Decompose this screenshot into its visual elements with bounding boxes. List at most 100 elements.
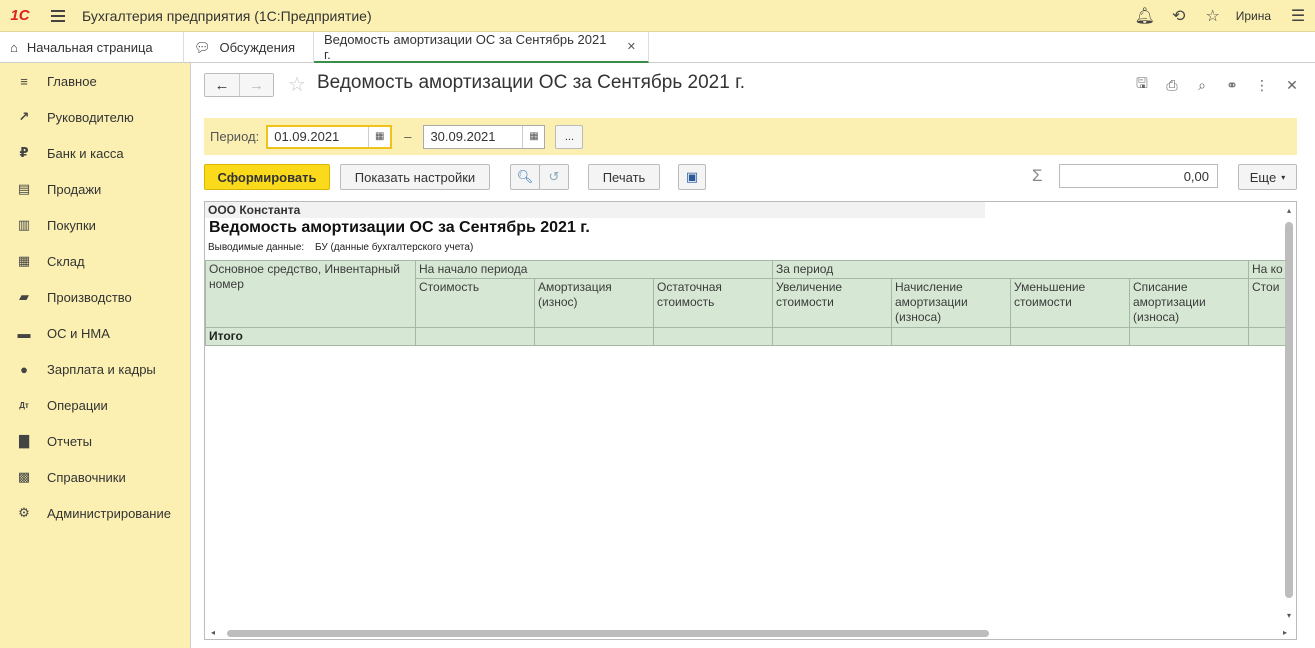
settings-menu-icon[interactable]: ☰ — [1281, 0, 1315, 32]
user-name[interactable]: Ирина — [1236, 9, 1271, 23]
sidebar-item-salary[interactable]: ● Зарплата и кадры — [0, 351, 190, 387]
bag-icon: ▤ — [17, 181, 31, 196]
chevron-down-icon: ▾ — [1281, 172, 1286, 182]
search-clear-button[interactable]: ↺ — [539, 164, 569, 190]
sidebar-item-bank[interactable]: ₽ Банк и касса — [0, 135, 190, 171]
nav-buttons: ← → — [204, 73, 274, 97]
save-report-button[interactable]: ▣ — [678, 164, 706, 190]
sidebar-item-production[interactable]: ▰ Производство — [0, 279, 190, 315]
sidebar-item-reports[interactable]: ▇ Отчеты — [0, 423, 190, 459]
output-label: Выводимые данные: — [208, 242, 305, 253]
menu-icon[interactable] — [40, 0, 76, 32]
link-icon[interactable]: ⚭ — [1217, 73, 1247, 97]
vertical-scrollbar[interactable]: ▴ ▾ — [1284, 206, 1294, 620]
forward-arrow-icon[interactable]: → — [239, 74, 273, 96]
scroll-right-icon[interactable]: ▸ — [1283, 628, 1287, 637]
sidebar-item-purchases[interactable]: ▥ Покупки — [0, 207, 190, 243]
sidebar-item-main[interactable]: ≡ Главное — [0, 63, 190, 99]
sigma-icon: Σ — [1032, 166, 1043, 185]
tab-discussions[interactable]: 💬︎ Обсуждения — [184, 32, 314, 63]
period-label: Период: — [210, 129, 260, 144]
save-icon: ▣ — [685, 169, 699, 184]
more-label: Еще — [1249, 169, 1277, 185]
total-row-label: Итого — [205, 327, 416, 346]
history-icon[interactable]: ⟲ — [1162, 0, 1196, 32]
date-to-field[interactable]: 30.09.2021 ▦ — [423, 124, 546, 149]
tab-label: Обсуждения — [219, 40, 296, 55]
sidebar-item-sales[interactable]: ▤ Продажи — [0, 171, 190, 207]
book-icon: ▩ — [17, 469, 31, 484]
tab-bar: ⌂ Начальная страница 💬︎ Обсуждения Ведом… — [0, 32, 1315, 63]
total-cell — [1010, 327, 1130, 346]
preview-icon[interactable]: ⌕ — [1187, 73, 1217, 97]
close-icon[interactable]: ✕ — [627, 40, 636, 53]
period-select-button[interactable]: ... — [555, 124, 584, 149]
header-writeoff: Списание амортизации (износа) — [1129, 278, 1249, 328]
header-increase: Увеличение стоимости — [772, 278, 892, 328]
report-org: ООО Константа — [205, 202, 985, 218]
more-button[interactable]: Еще ▾ — [1238, 164, 1297, 190]
person-icon: ● — [20, 361, 28, 377]
header-end-cost: Стои — [1248, 278, 1289, 328]
print-button[interactable]: Печать — [588, 164, 660, 190]
list-icon: ≡ — [20, 73, 28, 89]
main-area: ← → ☆ Ведомость амортизации ОС за Сентяб… — [192, 63, 1315, 648]
print-icon[interactable]: ⎙ — [1157, 73, 1187, 97]
header-accrual: Начисление амортизации (износа) — [891, 278, 1011, 328]
tab-home[interactable]: ⌂ Начальная страница — [0, 32, 184, 63]
grid-icon: ▦ — [17, 253, 31, 268]
date-from-field[interactable]: 01.09.2021 ▦ — [266, 124, 393, 149]
home-icon: ⌂ — [10, 40, 18, 55]
total-cell — [653, 327, 773, 346]
chat-icon: 💬︎ — [194, 39, 211, 55]
date-to-value[interactable]: 30.09.2021 — [424, 129, 522, 144]
total-cell — [415, 327, 535, 346]
sidebar-item-directories[interactable]: ▩ Справочники — [0, 459, 190, 495]
calendar-icon[interactable]: ▦ — [368, 126, 390, 147]
header-start-period: На начало периода — [415, 260, 773, 279]
sidebar-item-warehouse[interactable]: ▦ Склад — [0, 243, 190, 279]
close-icon[interactable]: ✕ — [1277, 73, 1307, 97]
search-button[interactable]: 🔍︎ — [510, 164, 540, 190]
header-depreciation: Амортизация (износ) — [534, 278, 654, 328]
scroll-up-icon[interactable]: ▴ — [1284, 206, 1294, 215]
more-vertical-icon[interactable]: ⋮ — [1247, 73, 1277, 97]
total-cell — [534, 327, 654, 346]
header-for-period: За период — [772, 260, 1249, 279]
sidebar-item-manager[interactable]: ↗ Руководителю — [0, 99, 190, 135]
show-settings-button[interactable]: Показать настройки — [340, 164, 490, 190]
calendar-icon[interactable]: ▦ — [522, 125, 544, 148]
horizontal-scrollbar[interactable]: ◂ ▸ — [209, 628, 1287, 638]
total-cell — [1248, 327, 1289, 346]
period-dash: – — [404, 129, 412, 144]
back-arrow-icon[interactable]: ← — [205, 74, 239, 96]
scroll-left-icon[interactable]: ◂ — [211, 628, 215, 637]
sidebar-item-fixed-assets[interactable]: ▬ ОС и НМА — [0, 315, 190, 351]
scroll-thumb[interactable] — [227, 630, 989, 637]
tab-depreciation-report[interactable]: Ведомость амортизации ОС за Сентябрь 202… — [314, 32, 649, 63]
tab-label: Ведомость амортизации ОС за Сентябрь 202… — [324, 31, 607, 62]
favorite-star-icon[interactable]: ☆ — [288, 72, 306, 97]
truck-icon: ▬ — [17, 325, 31, 341]
cart-icon: ▥ — [17, 217, 31, 232]
date-from-value[interactable]: 01.09.2021 — [268, 129, 368, 144]
search-icon: 🔍︎ — [516, 169, 534, 184]
header-end-period: На ко — [1248, 260, 1289, 279]
generate-button[interactable]: Сформировать — [204, 164, 330, 190]
report-spreadsheet[interactable]: ООО Константа Ведомость амортизации ОС з… — [204, 201, 1297, 640]
ruble-icon: ₽ — [19, 145, 29, 160]
report-output-data: Выводимые данные: БУ (данные бухгалтерск… — [208, 242, 473, 253]
star-icon[interactable]: ☆ — [1196, 0, 1230, 32]
scroll-thumb[interactable] — [1285, 222, 1293, 598]
sidebar-item-administration[interactable]: ⚙ Администрирование — [0, 495, 190, 531]
report-table: Основное средство, Инвентарный номер На … — [205, 260, 1289, 346]
output-value: БУ (данные бухгалтерского учета) — [314, 242, 474, 253]
bell-icon[interactable]: 🔔︎ — [1128, 0, 1162, 32]
save-icon[interactable]: 🖫︎ — [1127, 73, 1157, 97]
sum-field[interactable]: 0,00 — [1059, 164, 1218, 188]
trend-icon: ↗ — [18, 109, 30, 124]
scroll-down-icon[interactable]: ▾ — [1284, 611, 1294, 620]
total-cell — [772, 327, 892, 346]
sidebar-item-operations[interactable]: Дт Операции — [0, 387, 190, 423]
total-cell — [891, 327, 1011, 346]
